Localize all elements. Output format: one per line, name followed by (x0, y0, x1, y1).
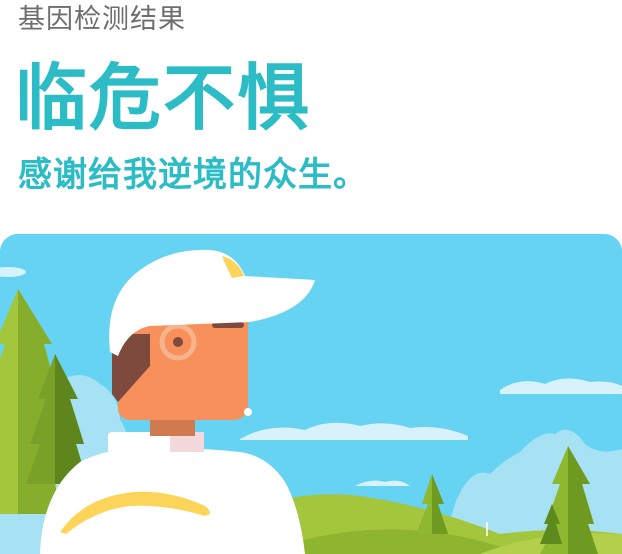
sweat-drop (244, 408, 252, 416)
result-kicker: 基因检测结果 (18, 4, 186, 35)
result-headline: 临危不惧 (15, 56, 312, 140)
golfer-illustration (0, 234, 622, 554)
result-subline: 感谢给我逆境的众生。 (18, 155, 368, 195)
